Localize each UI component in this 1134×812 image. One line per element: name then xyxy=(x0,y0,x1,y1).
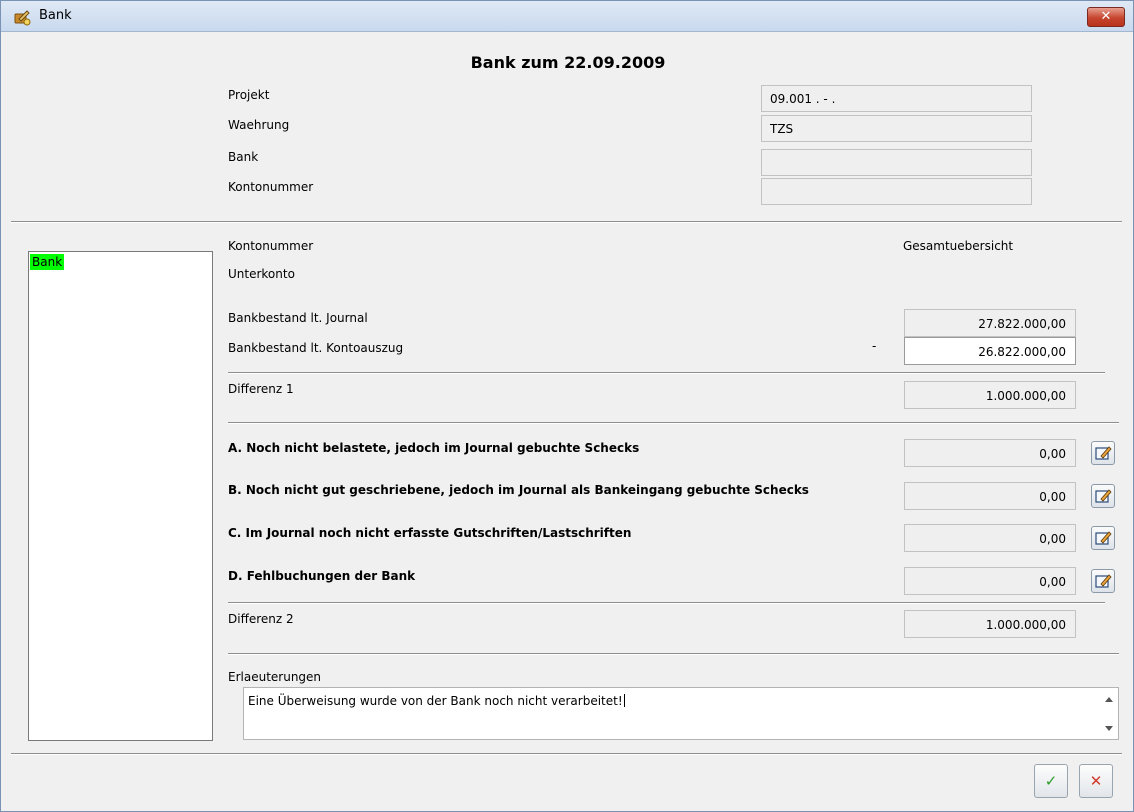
close-button[interactable]: ✕ xyxy=(1087,7,1125,27)
window-title: Bank xyxy=(39,8,72,23)
scroll-down-icon[interactable] xyxy=(1105,726,1113,731)
projekt-label: Projekt xyxy=(228,88,270,102)
divider xyxy=(228,653,1119,655)
edit-c-button[interactable] xyxy=(1091,526,1115,550)
edit-icon xyxy=(1095,489,1112,503)
kontonummer-field[interactable] xyxy=(761,178,1032,205)
projekt-field[interactable]: 09.001 . - . xyxy=(761,85,1032,112)
bank-list[interactable]: Bank xyxy=(28,251,213,741)
notes-label: Erlaeuterungen xyxy=(228,670,322,684)
reconciliation-d-value: 0,00 xyxy=(904,567,1076,595)
divider xyxy=(228,372,1105,374)
list-item-bank[interactable]: Bank xyxy=(30,254,65,270)
reconciliation-c-value: 0,00 xyxy=(904,524,1076,552)
checkmark-icon: ✓ xyxy=(1044,772,1058,790)
waehrung-field[interactable]: TZS xyxy=(761,115,1032,142)
bank-window: Bank ✕ Bank zum 22.09.2009 Projekt 09.00… xyxy=(0,0,1134,812)
divider xyxy=(11,221,1122,223)
bank-label: Bank xyxy=(228,150,259,164)
cancel-button[interactable]: ✕ xyxy=(1079,764,1113,798)
ok-button[interactable]: ✓ xyxy=(1034,764,1068,798)
page-title: Bank zum 22.09.2009 xyxy=(470,53,666,72)
journal-balance-label: Bankbestand lt. Journal xyxy=(228,311,368,325)
waehrung-label: Waehrung xyxy=(228,118,290,132)
statement-balance-label: Bankbestand lt. Kontoauszug xyxy=(228,341,404,355)
cancel-icon: ✕ xyxy=(1089,772,1103,790)
kontonummer-label: Kontonummer xyxy=(228,180,314,194)
title-bar: Bank ✕ xyxy=(1,1,1133,32)
bank-app-icon xyxy=(13,8,31,26)
scroll-up-icon[interactable] xyxy=(1105,697,1113,702)
statement-balance-input[interactable]: 26.822.000,00 xyxy=(904,337,1076,365)
edit-icon xyxy=(1095,531,1112,545)
account-number-label: Kontonummer xyxy=(228,239,314,253)
overview-label: Gesamtuebersicht xyxy=(903,239,1014,253)
notes-textarea[interactable]: Eine Überweisung wurde von der Bank noch… xyxy=(243,687,1119,740)
bank-field[interactable] xyxy=(761,149,1032,176)
reconciliation-b-label: B. Noch nicht gut geschriebene, jedoch i… xyxy=(228,483,809,497)
reconciliation-b-value: 0,00 xyxy=(904,482,1076,510)
diff1-value: 1.000.000,00 xyxy=(904,381,1076,409)
diff2-label: Differenz 2 xyxy=(228,612,294,626)
edit-a-button[interactable] xyxy=(1091,441,1115,465)
divider xyxy=(228,422,1119,424)
diff2-value: 1.000.000,00 xyxy=(904,610,1076,638)
diff1-label: Differenz 1 xyxy=(228,382,294,396)
reconciliation-a-label: A. Noch nicht belastete, jedoch im Journ… xyxy=(228,441,640,455)
edit-b-button[interactable] xyxy=(1091,484,1115,508)
close-icon: ✕ xyxy=(1100,9,1112,24)
divider xyxy=(228,602,1105,604)
notes-scrollbar[interactable] xyxy=(1101,688,1118,739)
edit-d-button[interactable] xyxy=(1091,569,1115,593)
edit-icon xyxy=(1095,446,1112,460)
notes-text: Eine Überweisung wurde von der Bank noch… xyxy=(248,694,625,708)
reconciliation-a-value: 0,00 xyxy=(904,439,1076,467)
edit-icon xyxy=(1095,574,1112,588)
reconciliation-d-label: D. Fehlbuchungen der Bank xyxy=(228,569,416,583)
divider xyxy=(11,753,1122,755)
journal-balance-value: 27.822.000,00 xyxy=(904,309,1076,337)
minus-sign: - xyxy=(872,339,877,353)
reconciliation-c-label: C. Im Journal noch nicht erfasste Gutsch… xyxy=(228,526,632,540)
subaccount-label: Unterkonto xyxy=(228,267,295,281)
